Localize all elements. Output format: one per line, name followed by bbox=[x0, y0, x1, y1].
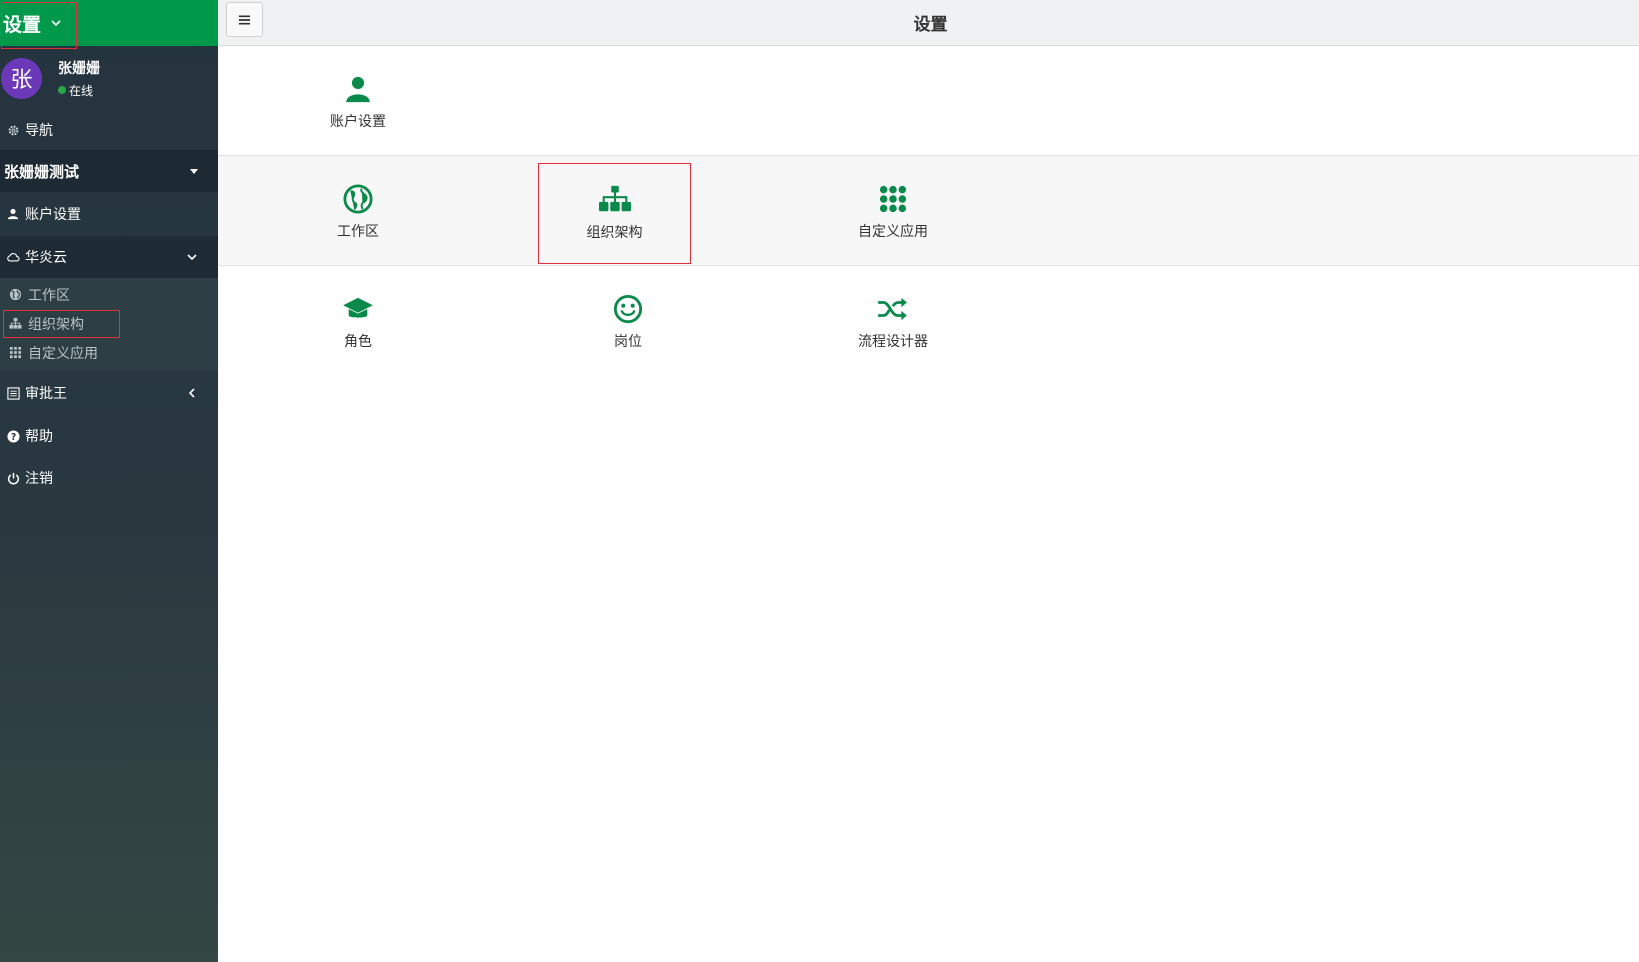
grid-dots-icon bbox=[9, 346, 22, 359]
sidebar-item-cloud[interactable]: 华炎云 bbox=[0, 236, 218, 278]
globe-icon bbox=[342, 183, 374, 215]
tile-role[interactable]: 角色 bbox=[278, 266, 438, 376]
page-title: 设置 bbox=[913, 15, 948, 35]
user-icon bbox=[6, 207, 20, 221]
tile-workspace[interactable]: 工作区 bbox=[278, 156, 438, 266]
tile-label: 流程设计器 bbox=[858, 334, 928, 350]
power-icon bbox=[6, 471, 20, 485]
tile-account[interactable]: 账户设置 bbox=[278, 46, 438, 156]
user-panel: 张 张姗姗 在线 bbox=[0, 46, 218, 110]
question-circle-icon: ? bbox=[6, 429, 20, 443]
user-status-label: 在线 bbox=[69, 83, 94, 98]
sidebar-item-label: 帮助 bbox=[25, 429, 53, 445]
tile-position[interactable]: 岗位 bbox=[548, 266, 708, 376]
gear-icon bbox=[6, 123, 20, 137]
tile-flow[interactable]: 流程设计器 bbox=[813, 266, 973, 376]
sub-item-label: 工作区 bbox=[28, 287, 70, 304]
graduation-cap-icon bbox=[342, 293, 374, 325]
tile-label: 组织架构 bbox=[586, 225, 643, 241]
brand-bar[interactable]: 设置 bbox=[0, 0, 218, 49]
user-status: 在线 bbox=[58, 82, 100, 99]
smile-icon bbox=[612, 293, 644, 325]
sidebar-item-account[interactable]: 账户设置 bbox=[0, 192, 218, 236]
settings-grid: 账户设置 工作区 组织架构 自定义应用 角色 岗位 流程设计器 bbox=[218, 46, 1639, 376]
online-dot-icon bbox=[58, 86, 66, 94]
list-icon bbox=[6, 386, 20, 400]
tile-org[interactable]: 组织架构 bbox=[538, 163, 691, 264]
sidebar-item-approval[interactable]: 审批王 bbox=[0, 371, 218, 415]
topbar: 设置 bbox=[218, 0, 1639, 46]
tile-label: 自定义应用 bbox=[858, 224, 928, 240]
tile-custom-app[interactable]: 自定义应用 bbox=[813, 156, 973, 266]
tile-label: 角色 bbox=[344, 334, 372, 350]
sidebar-company-header[interactable]: 张姗姗测试 bbox=[0, 150, 218, 192]
chevron-left-icon bbox=[188, 388, 195, 398]
sidebar-item-custom-app[interactable]: 自定义应用 bbox=[0, 338, 218, 367]
sidebar-item-help[interactable]: ? 帮助 bbox=[0, 415, 218, 457]
user-icon bbox=[342, 73, 374, 105]
sidebar-item-label: 审批王 bbox=[25, 386, 67, 402]
sidebar-item-workspace[interactable]: 工作区 bbox=[0, 280, 218, 309]
company-name: 张姗姗测试 bbox=[4, 162, 80, 181]
sidebar-item-org[interactable]: 组织架构 bbox=[0, 309, 218, 338]
tile-label: 账户设置 bbox=[330, 114, 386, 130]
chevron-down-icon bbox=[187, 254, 197, 261]
user-name: 张姗姗 bbox=[58, 60, 100, 77]
brand-highlight-box bbox=[1, 2, 77, 49]
sidebar-item-logout[interactable]: 注销 bbox=[0, 457, 218, 499]
cloud-submenu: 工作区 组织架构 自定义应用 bbox=[0, 278, 218, 371]
sub-item-label: 自定义应用 bbox=[28, 345, 98, 362]
sidebar: 设置 张 张姗姗 在线 导航 张姗姗测试 账户设置 华炎云 工作区 组织架构 自… bbox=[0, 0, 218, 962]
svg-text:?: ? bbox=[10, 431, 15, 442]
globe-icon bbox=[9, 288, 22, 301]
sidebar-item-label: 账户设置 bbox=[25, 207, 81, 223]
sitemap-icon bbox=[598, 184, 631, 216]
sidebar-item-navigation[interactable]: 导航 bbox=[0, 110, 218, 150]
cloud-icon bbox=[6, 250, 20, 264]
sidebar-item-label: 注销 bbox=[25, 471, 53, 487]
tile-label: 工作区 bbox=[337, 224, 379, 240]
sidebar-item-label: 导航 bbox=[25, 123, 53, 139]
org-highlight-box bbox=[3, 310, 120, 338]
settings-row: 账户设置 bbox=[218, 46, 1639, 156]
caret-down-icon bbox=[190, 169, 198, 174]
avatar: 张 bbox=[1, 57, 42, 99]
sidebar-item-label: 华炎云 bbox=[25, 250, 67, 266]
tile-label: 岗位 bbox=[614, 334, 642, 350]
grid-dots-icon bbox=[877, 183, 909, 215]
shuffle-icon bbox=[877, 293, 909, 325]
settings-row: 角色 岗位 流程设计器 bbox=[218, 266, 1639, 376]
settings-row: 工作区 组织架构 自定义应用 bbox=[218, 156, 1639, 266]
